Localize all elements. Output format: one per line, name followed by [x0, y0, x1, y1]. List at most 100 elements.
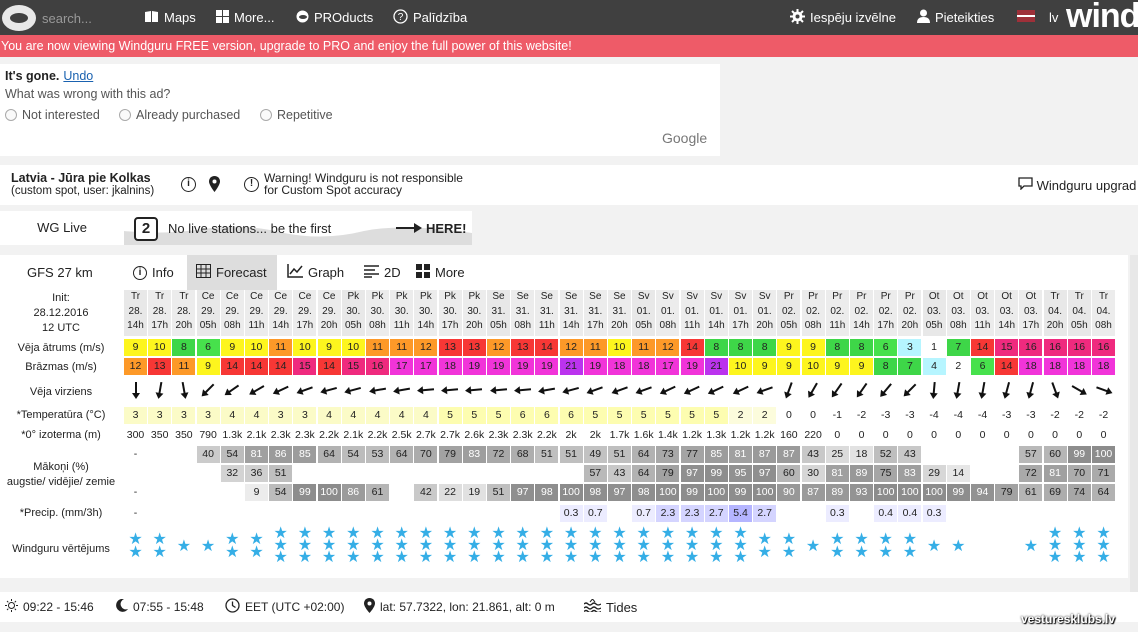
tab-info[interactable]: i Info: [133, 255, 174, 290]
time-header-days: Pr: [783, 291, 794, 302]
products-menu[interactable]: PROducts: [296, 0, 373, 35]
time-header-dates: 28.: [152, 305, 167, 317]
sun-icon: [5, 599, 18, 615]
windguru-brand-text[interactable]: wind: [1066, 0, 1138, 36]
rating-star-icon: ★: [902, 544, 918, 561]
cloud-high-cell: 83: [462, 446, 486, 463]
settings-menu[interactable]: Iespēju izvēlne: [790, 0, 896, 35]
upgrade-link[interactable]: Windguru upgrad: [1018, 177, 1136, 193]
live-here-link[interactable]: HERE!: [396, 221, 466, 236]
moon-times: 07:55 - 15:48: [133, 600, 204, 614]
isotherm-cell: 2.6k: [464, 429, 485, 441]
repetitive-option[interactable]: Repetitive: [260, 108, 333, 122]
gust-cell: 8: [874, 358, 898, 375]
cloud-low-cell: 9: [245, 484, 268, 501]
login-menu[interactable]: Pieteikties: [917, 0, 994, 35]
windguru-logo-icon[interactable]: [2, 5, 36, 31]
radio-icon[interactable]: [119, 109, 131, 121]
already-purchased-option[interactable]: Already purchased: [119, 108, 240, 122]
tides-label: Tides: [606, 599, 638, 615]
time-header-hours: 05h: [635, 320, 653, 331]
time-header-dates: 02.: [854, 305, 869, 317]
wind-speed-cell: 14: [680, 339, 704, 356]
upgrade-promo-banner[interactable]: You are now viewing Windguru FREE versio…: [0, 35, 1138, 57]
wind-direction-arrow: [487, 379, 510, 401]
cloud-label: Mākoņi (%): [33, 461, 89, 473]
cloud-levels-label: augstie/ vidējie/ zemie: [6, 476, 116, 488]
vertical-scrollbar[interactable]: [1130, 255, 1138, 600]
cloud-high-cell: 64: [317, 446, 341, 463]
wind-direction-arrow: [826, 379, 849, 401]
wind-speed-cell: 11: [583, 339, 607, 356]
time-header-hours: 11h: [829, 320, 846, 331]
time-header: Ce 29. 08h: [220, 290, 244, 336]
rating-star-icon: ★: [926, 538, 942, 555]
cloud-mid-cell: [341, 465, 365, 482]
model-name: GFS 27 km: [27, 265, 93, 280]
radio-icon[interactable]: [260, 109, 272, 121]
location-pin-icon[interactable]: [209, 176, 220, 197]
time-header: Se 31. 20h: [608, 290, 631, 336]
precipitation-cell: [366, 505, 389, 522]
time-header: Pk 30. 11h: [390, 290, 414, 336]
wg-live-label: WG Live: [0, 211, 124, 245]
time-header-hours: 14h: [272, 320, 290, 331]
isotherm-cell: 160: [780, 429, 798, 441]
language-menu[interactable]: lv: [1017, 0, 1058, 35]
help-label: Palīdzība: [413, 10, 468, 25]
maps-menu[interactable]: Maps: [144, 0, 196, 35]
latvia-flag-icon: [1017, 10, 1035, 25]
time-header: Pk 30. 20h: [462, 290, 486, 336]
cloud-low-cell: 22: [438, 484, 462, 501]
more-menu[interactable]: More...: [216, 0, 274, 35]
undo-link[interactable]: Undo: [63, 69, 93, 83]
search-input[interactable]: [42, 9, 134, 27]
temperature-cell: -3: [874, 407, 898, 424]
precipitation-cell: [414, 505, 438, 522]
isotherm-label: *0° izoterma (m): [21, 429, 101, 441]
info-icon[interactable]: i: [181, 177, 196, 192]
rating-star-icon: ★: [442, 549, 458, 566]
wind-speed-cell: 10: [608, 339, 631, 356]
rating-label: Windguru vērtējums: [12, 543, 110, 555]
radio-icon[interactable]: [5, 109, 17, 121]
precipitation-cell: [511, 505, 535, 522]
time-header-dates: 02.: [878, 305, 893, 317]
precipitation-cell: [1092, 505, 1115, 522]
tab-graph[interactable]: Graph: [287, 255, 344, 290]
time-header-hours: 17h: [877, 320, 895, 331]
tides-link[interactable]: Tides: [583, 592, 638, 622]
coordinates: lat: 57.7322, lon: 21.861, alt: 0 m: [364, 592, 555, 622]
tab-forecast[interactable]: Forecast: [187, 255, 277, 290]
not-interested-option[interactable]: Not interested: [5, 108, 100, 122]
cloud-high-cell: 60: [1043, 446, 1067, 463]
precipitation-cell: [148, 505, 172, 522]
user-icon: [917, 9, 930, 26]
help-menu[interactable]: ? Palīdzība: [393, 0, 467, 35]
time-header-dates: 31.: [539, 305, 554, 317]
cloud-high-cell: 85: [293, 446, 317, 463]
rating-star-icon: ★: [370, 549, 385, 566]
time-header: Tr 04. 08h: [1092, 290, 1115, 336]
wind-speed-cell: 8: [850, 339, 873, 356]
temperature-cell: 5: [487, 407, 510, 424]
time-header-days: Ce: [322, 291, 336, 302]
gust-cell: 17: [390, 358, 414, 375]
sunrise-sunset: 09:22 - 15:46: [5, 592, 94, 622]
isotherm-cell: 2.1k: [343, 429, 364, 441]
temperature-cell: 5: [583, 407, 607, 424]
wind-speed-cell: 8: [704, 339, 728, 356]
cloud-high-cell: 81: [245, 446, 268, 463]
rating-star-icon: ★: [1047, 549, 1063, 566]
live-stations-box[interactable]: 2 No live stations... be the first HERE!: [124, 211, 472, 245]
time-header-hours: 11h: [684, 320, 701, 331]
temperature-cell: -2: [1092, 407, 1115, 424]
cloud-high-cell: 54: [341, 446, 365, 463]
tab-more[interactable]: More: [416, 255, 465, 290]
gust-cell: 14: [995, 358, 1019, 375]
gust-cell: 7: [898, 358, 922, 375]
tab-2d[interactable]: 2D: [364, 255, 401, 290]
isotherm-cell: 2.3k: [270, 429, 291, 441]
rating-star-icon: ★: [612, 549, 627, 566]
warning-text: Warning! Windguru is not responsible for …: [264, 172, 463, 196]
